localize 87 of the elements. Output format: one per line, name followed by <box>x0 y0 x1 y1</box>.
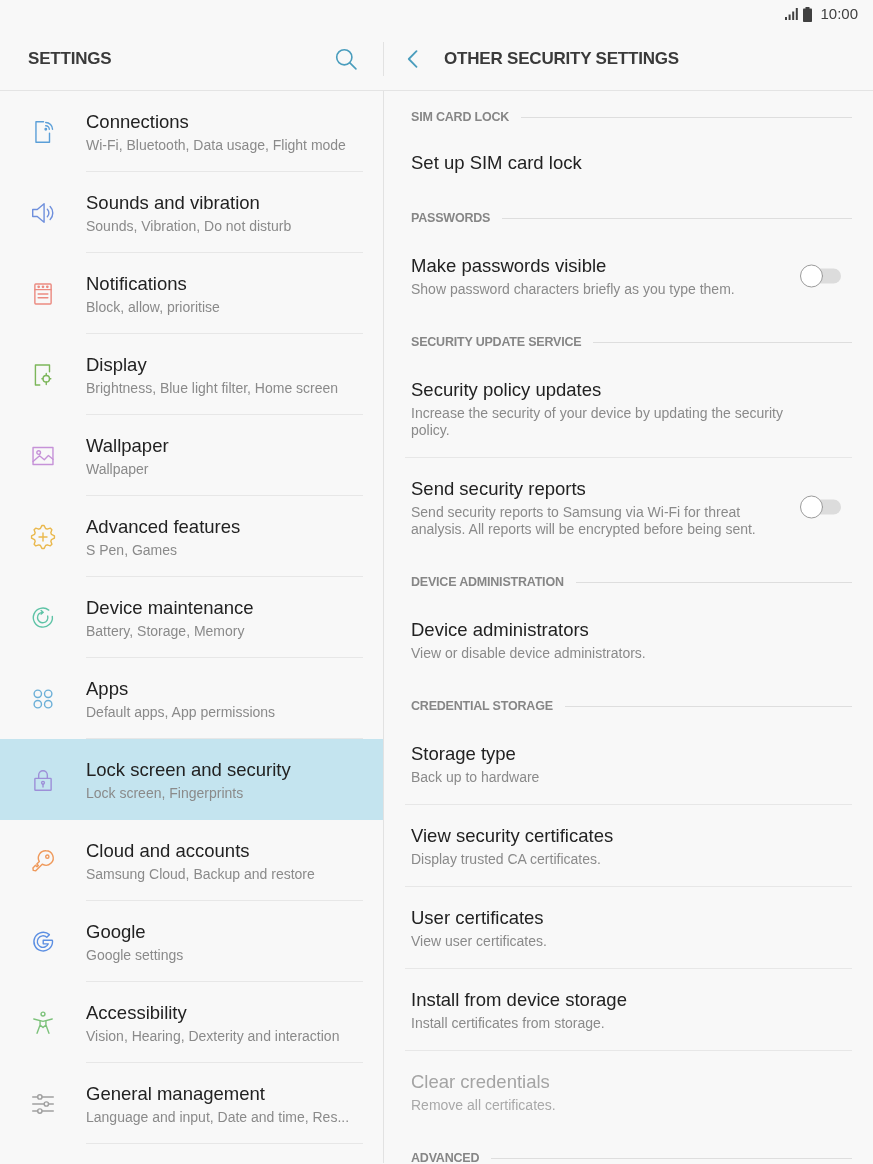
item-subtitle: Lock screen, Fingerprints <box>86 785 245 802</box>
item-subtitle: Wallpaper <box>86 461 150 478</box>
item-title: Apps <box>86 677 130 701</box>
item-subtitle: Wi-Fi, Bluetooth, Data usage, Flight mode <box>86 137 347 154</box>
setting-title: Set up SIM card lock <box>411 151 583 175</box>
sidebar-item[interactable]: Connections Wi-Fi, Bluetooth, Data usage, Flight mode <box>0 91 383 172</box>
toggle-switch[interactable] <box>799 495 843 519</box>
setting-title: Send security reports <box>411 477 587 501</box>
item-title: Connections <box>86 110 190 134</box>
sidebar-item[interactable]: Device maintenance Battery, Storage, Memory <box>0 577 383 658</box>
item-title: General management <box>86 1082 266 1106</box>
setting-title: Clear credentials <box>411 1070 551 1094</box>
sidebar-item[interactable]: Google Google settings <box>0 901 383 982</box>
section-heading: SIM CARD LOCK <box>411 109 510 125</box>
sidebar-item[interactable]: Cloud and accounts Samsung Cloud, Backup and restore <box>0 820 383 901</box>
setting-row[interactable]: Set up SIM card lock <box>405 134 852 192</box>
setting-description: View or disable device administrators. <box>411 645 647 662</box>
section-heading: PASSWORDS <box>411 210 491 226</box>
item-title: Sounds and vibration <box>86 191 261 215</box>
item-subtitle: Samsung Cloud, Backup and restore <box>86 866 316 883</box>
section-heading: DEVICE ADMINISTRATION <box>411 574 564 590</box>
setting-title: Storage type <box>411 742 517 766</box>
item-title: Wallpaper <box>86 434 170 458</box>
sidebar-item[interactable]: General management Language and input, Date and time, Res... <box>0 1063 383 1144</box>
chevron-left-icon <box>407 50 418 68</box>
page-title: OTHER SECURITY SETTINGS <box>444 48 679 70</box>
search-button[interactable] <box>335 48 357 70</box>
sidebar-item[interactable]: Lock screen and security Lock screen, Fingerprints <box>0 739 383 820</box>
section-heading: CREDENTIAL STORAGE <box>411 698 553 714</box>
setting-description: View user certificates. <box>411 933 548 950</box>
signal-icon <box>785 8 799 20</box>
item-title: Device maintenance <box>86 596 255 620</box>
item-subtitle: S Pen, Games <box>86 542 179 559</box>
item-subtitle: Language and input, Date and time, Res... <box>86 1109 351 1126</box>
item-subtitle: Google settings <box>86 947 185 964</box>
sidebar-item[interactable]: Wallpaper Wallpaper <box>0 415 383 496</box>
setting-description: Install certificates from storage. <box>411 1015 606 1032</box>
item-title: Display <box>86 353 148 377</box>
item-title: Advanced features <box>86 515 242 539</box>
sidebar-item[interactable]: Accessibility Vision, Hearing, Dexterity and interaction <box>0 982 383 1063</box>
section-heading: ADVANCED <box>411 1150 480 1164</box>
setting-description: Increase the security of your device by updating the security policy. <box>411 405 784 439</box>
search-icon <box>335 48 357 70</box>
item-subtitle: Brightness, Blue light filter, Home screen <box>86 380 340 397</box>
setting-description: Display trusted CA certificates. <box>411 851 602 868</box>
setting-description: Remove all certificates. <box>411 1097 557 1114</box>
setting-title: Device administrators <box>411 618 590 642</box>
sidebar-item[interactable]: Advanced features S Pen, Games <box>0 496 383 577</box>
setting-row[interactable]: Device administrators View or disable device administrators. <box>405 599 852 680</box>
setting-title: View security certificates <box>411 824 615 848</box>
section-heading: SECURITY UPDATE SERVICE <box>411 334 582 350</box>
item-title: Google <box>86 920 147 944</box>
item-title: Accessibility <box>86 1001 188 1025</box>
setting-description: Show password characters briefly as you type them. <box>411 281 736 298</box>
item-subtitle: Battery, Storage, Memory <box>86 623 246 640</box>
circle-refresh-icon <box>30 604 56 631</box>
setting-title: User certificates <box>411 906 545 930</box>
item-subtitle: Sounds, Vibration, Do not disturb <box>86 218 293 235</box>
item-subtitle: Default apps, App permissions <box>86 704 277 721</box>
setting-row[interactable]: Install from device storage Install certificates from storage. <box>405 968 852 1050</box>
setting-row[interactable]: User certificates View user certificates. <box>405 886 852 968</box>
panel-title: SETTINGS <box>28 48 112 70</box>
item-title: Cloud and accounts <box>86 839 251 863</box>
sidebar-item[interactable]: Sounds and vibration Sounds, Vibration, Do not disturb <box>0 172 383 253</box>
battery-icon <box>803 6 813 22</box>
status-time: 10:00 <box>820 5 858 23</box>
setting-row[interactable]: Make passwords visible Show password characters briefly as you type them. <box>405 235 852 316</box>
setting-row[interactable]: Storage type Back up to hardware <box>405 723 852 804</box>
toggle-switch[interactable] <box>799 263 843 288</box>
setting-description: Send security reports to Samsung via Wi-Fi for threat analysis. All reports will be encrypted before being sent. <box>411 504 757 538</box>
setting-row[interactable]: View security certificates Display trusted CA certificates. <box>405 804 852 886</box>
back-button[interactable] <box>407 50 418 68</box>
gear-plus-icon <box>30 523 56 550</box>
setting-row[interactable]: Send security reports Send security reports to Samsung via Wi-Fi for threat analysis. All reports will be encrypted before being sent. <box>405 457 852 556</box>
setting-description: Back up to hardware <box>411 769 541 786</box>
key-icon <box>30 847 56 874</box>
setting-title: Make passwords visible <box>411 254 608 278</box>
item-title: Notifications <box>86 272 188 296</box>
item-subtitle: Block, allow, prioritise <box>86 299 221 316</box>
item-subtitle: Vision, Hearing, Dexterity and interaction <box>86 1028 341 1045</box>
setting-row[interactable]: Security policy updates Increase the security of your device by updating the security policy. <box>405 359 852 457</box>
setting-title: Install from device storage <box>411 988 628 1012</box>
sidebar-item[interactable]: Notifications Block, allow, prioritise <box>0 253 383 334</box>
setting-title: Security policy updates <box>411 378 603 402</box>
item-title: Lock screen and security <box>86 758 292 782</box>
person-icon <box>30 1009 56 1036</box>
sidebar-item[interactable]: Display Brightness, Blue light filter, Home screen <box>0 334 383 415</box>
